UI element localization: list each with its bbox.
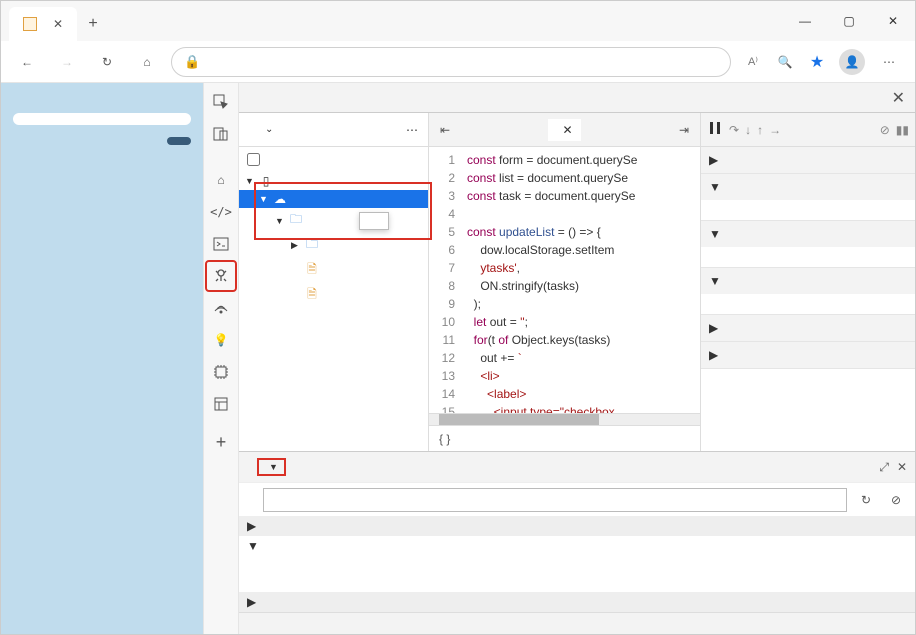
- devtools-activity-bar: ⌂ </> 💡 +: [203, 83, 239, 634]
- close-devtools-icon[interactable]: ✕: [892, 88, 905, 108]
- callstack-section[interactable]: ▼: [701, 268, 915, 294]
- minimize-button[interactable]: —: [783, 1, 827, 41]
- console-icon[interactable]: [206, 229, 236, 259]
- close-window-button[interactable]: ✕: [871, 1, 915, 41]
- xhr-section[interactable]: ▶: [701, 315, 915, 341]
- nav-right-icon[interactable]: ⇥: [674, 120, 694, 140]
- refresh-search-icon[interactable]: ↻: [855, 489, 877, 511]
- result-line[interactable]: [239, 556, 915, 574]
- more-tools-button[interactable]: +: [206, 427, 236, 457]
- search-input[interactable]: [263, 488, 847, 512]
- sources-icon[interactable]: [206, 261, 236, 291]
- url-input[interactable]: 🔒: [171, 47, 731, 77]
- step-over-icon[interactable]: ↷: [729, 123, 739, 137]
- tab-close-icon[interactable]: ✕: [53, 17, 63, 31]
- close-tab-icon[interactable]: ✕: [562, 123, 572, 137]
- debugger-pane: ↷ ↓ ↑ → ⊘ ▮▮ ▶ ▼ ▼: [701, 113, 915, 451]
- clear-search-icon[interactable]: ⊘: [885, 489, 907, 511]
- code-editor[interactable]: 1234567891011121314151617 const form = d…: [429, 147, 700, 413]
- inspect-icon[interactable]: [206, 87, 236, 117]
- context-menu-search-all[interactable]: [359, 212, 389, 230]
- pause-exceptions-icon[interactable]: ▮▮: [896, 123, 909, 137]
- pause-icon[interactable]: [707, 120, 723, 139]
- navigator-more-icon[interactable]: ⋯: [406, 123, 420, 137]
- search-results: ▶ ▼: [239, 516, 915, 612]
- performance-icon[interactable]: 💡: [206, 325, 236, 355]
- dropdown-arrow-icon: ▼: [269, 462, 278, 472]
- welcome-icon[interactable]: ⌂: [206, 165, 236, 195]
- zoom-icon[interactable]: 🔍: [771, 48, 799, 76]
- tree-styles-folder[interactable]: ▶🗀: [239, 233, 428, 258]
- page-tab[interactable]: ⌄: [247, 124, 402, 135]
- page-favicon: [23, 17, 37, 31]
- result-line[interactable]: [239, 574, 915, 592]
- result-file-index[interactable]: ▶: [239, 516, 915, 536]
- send-button[interactable]: [167, 137, 191, 145]
- maximize-button[interactable]: ▢: [827, 1, 871, 41]
- address-bar: ← → ↻ ⌂ 🔒 A⁾ 🔍 ★ 👤 ⋯: [1, 41, 915, 83]
- forward-button: →: [51, 46, 83, 78]
- chevron-down-icon: ⌄: [265, 124, 273, 135]
- elements-icon[interactable]: </>: [206, 197, 236, 227]
- tree-todo-file[interactable]: 🗎: [239, 283, 428, 308]
- no-breakpoints-text: [701, 200, 915, 220]
- device-toggle-icon[interactable]: [206, 119, 236, 149]
- home-button[interactable]: ⌂: [131, 46, 163, 78]
- step-out-icon[interactable]: ↑: [757, 123, 763, 137]
- horizontal-scrollbar[interactable]: [429, 413, 700, 425]
- folder-icon: 🗀: [305, 235, 319, 256]
- breakpoints-section[interactable]: ▼: [701, 174, 915, 200]
- braces-icon[interactable]: { }: [439, 432, 450, 446]
- editor-tab[interactable]: ✕: [548, 119, 580, 141]
- network-icon[interactable]: [206, 293, 236, 323]
- group-checkbox[interactable]: [247, 153, 260, 166]
- reader-mode-icon[interactable]: A⁾: [739, 48, 767, 76]
- dom-section[interactable]: ▶: [701, 342, 915, 368]
- todo-input[interactable]: [13, 113, 191, 125]
- scope-not-paused: [701, 247, 915, 267]
- result-file-dark[interactable]: ▶: [239, 592, 915, 612]
- memory-icon[interactable]: [206, 357, 236, 387]
- tree-top[interactable]: ▼▯: [239, 172, 428, 190]
- callstack-not-paused: [701, 294, 915, 314]
- file-icon: 🗎: [305, 285, 319, 306]
- favorite-star-icon[interactable]: ★: [803, 48, 831, 76]
- nav-left-icon[interactable]: ⇤: [435, 120, 455, 140]
- back-button[interactable]: ←: [11, 46, 43, 78]
- sources-panel-header: ✕: [239, 83, 915, 113]
- search-tab[interactable]: ▼: [257, 458, 286, 476]
- refresh-button[interactable]: ↻: [91, 46, 123, 78]
- cloud-icon: ☁: [273, 192, 287, 206]
- step-icon[interactable]: →: [769, 123, 781, 137]
- application-icon[interactable]: [206, 389, 236, 419]
- close-drawer-icon[interactable]: ✕: [897, 460, 907, 475]
- scope-section[interactable]: ▼: [701, 221, 915, 247]
- new-tab-button[interactable]: +: [77, 7, 109, 41]
- titlebar: ✕ + — ▢ ✕: [1, 1, 915, 41]
- quick-view-drawer: ▼ ⤢ ✕ ↻ ⊘: [239, 451, 915, 634]
- rendered-page: [1, 83, 203, 634]
- menu-button[interactable]: ⋯: [873, 46, 905, 78]
- editor-pane: ⇤ ✕ ⇥ 1234567891011121314151617 const fo…: [429, 113, 701, 451]
- tree-index-file[interactable]: 🗎: [239, 258, 428, 283]
- tree-demos-folder[interactable]: ▼🗀: [239, 208, 428, 233]
- search-status: [239, 612, 915, 634]
- tree-domain[interactable]: ▼☁: [239, 190, 428, 208]
- watch-section[interactable]: ▶: [701, 147, 915, 173]
- group-by-authored[interactable]: [239, 147, 428, 170]
- result-file-base[interactable]: ▼: [239, 536, 915, 556]
- navigator-pane: ⌄ ⋯ ▼▯ ▼☁ ▼🗀 ▶🗀 �: [239, 113, 429, 451]
- deactivate-breakpoints-icon[interactable]: ⊘: [880, 123, 890, 137]
- file-icon: 🗎: [305, 260, 319, 281]
- dock-icon[interactable]: ⤢: [879, 460, 889, 475]
- step-into-icon[interactable]: ↓: [745, 123, 751, 137]
- lock-icon: 🔒: [184, 54, 200, 70]
- folder-icon: 🗀: [289, 210, 303, 231]
- profile-avatar[interactable]: 👤: [839, 49, 865, 75]
- browser-tab[interactable]: ✕: [9, 7, 77, 41]
